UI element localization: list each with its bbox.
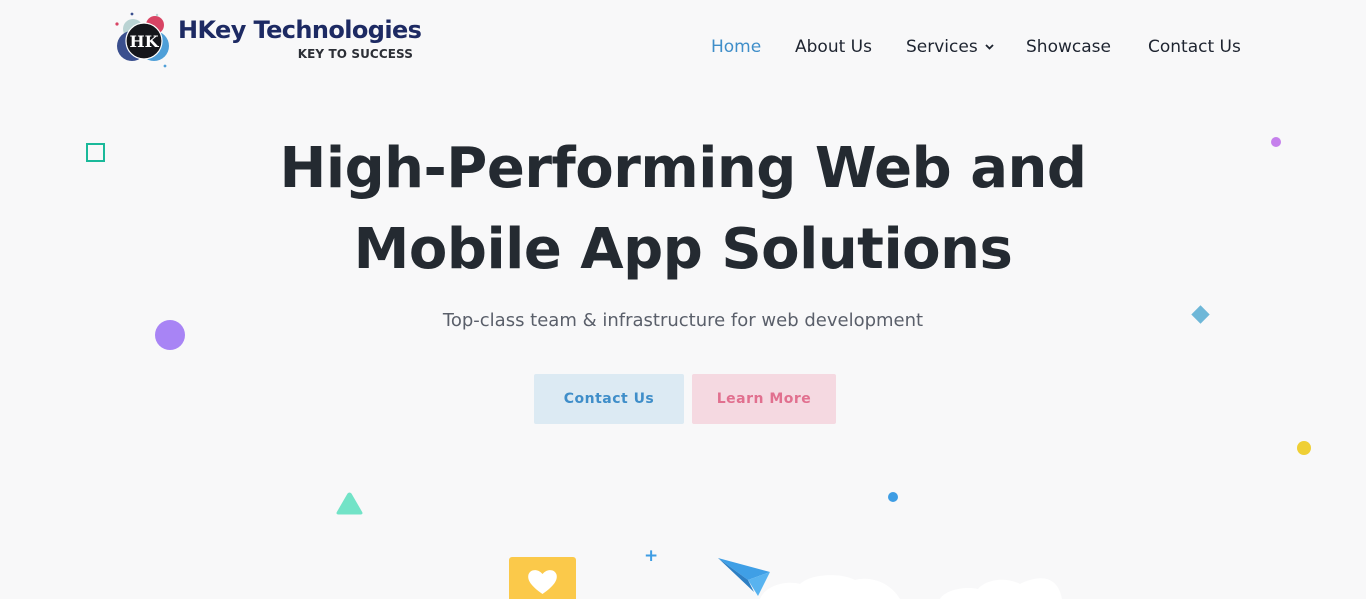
nav-item-showcase[interactable]: Showcase: [1026, 35, 1111, 59]
learn-more-button[interactable]: Learn More: [692, 374, 836, 424]
nav-item-services[interactable]: Services: [906, 35, 994, 59]
plus-icon: +: [644, 546, 659, 566]
nav-item-services-label: Services: [906, 37, 978, 57]
heart-card: [509, 557, 576, 599]
main-nav: Home About Us Services Showcase Contact …: [0, 35, 1366, 61]
hero-title-line-2: Mobile App Solutions: [353, 217, 1013, 282]
chevron-down-icon: [985, 44, 994, 50]
circle-icon: [155, 320, 185, 350]
heart-icon: [528, 570, 557, 594]
page: HK HKey Technologies KEY TO SUCCESS Home…: [0, 0, 1366, 599]
triangle-icon: [336, 492, 363, 515]
cloud-icon: [760, 575, 1062, 599]
diamond-icon: [1191, 305, 1210, 324]
nav-item-about-us[interactable]: About Us: [795, 35, 872, 59]
circle-icon: [1297, 441, 1311, 455]
hero-title: High-Performing Web and Mobile App Solut…: [183, 128, 1183, 290]
site-header: HK HKey Technologies KEY TO SUCCESS Home…: [0, 0, 1366, 95]
hero-title-line-1: High-Performing Web and: [279, 136, 1087, 201]
nav-item-home[interactable]: Home: [711, 35, 761, 59]
hero-subtitle: Top-class team & infrastructure for web …: [442, 310, 924, 331]
nav-item-contact-us[interactable]: Contact Us: [1148, 35, 1241, 59]
contact-us-button[interactable]: Contact Us: [534, 374, 684, 424]
square-outline-icon: [86, 143, 105, 162]
circle-icon: [1271, 137, 1281, 147]
circle-icon: [888, 492, 898, 502]
